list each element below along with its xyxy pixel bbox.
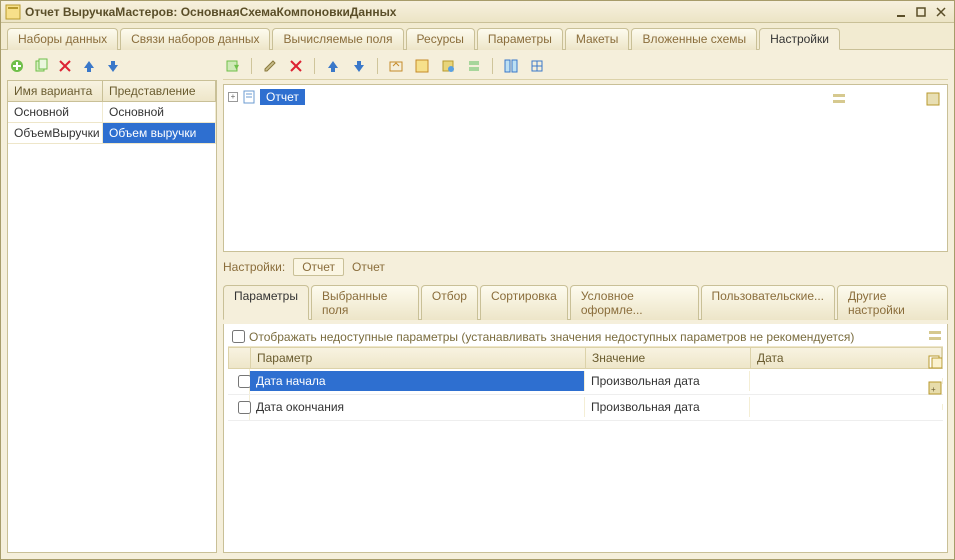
param-date-cell bbox=[750, 378, 943, 384]
settings-caption-row: Настройки: Отчет Отчет bbox=[223, 256, 948, 278]
variants-panel: Имя варианта Представление ОсновнойОснов… bbox=[7, 56, 217, 553]
variant-row[interactable]: ОбъемВыручкиОбъем выручки bbox=[8, 123, 216, 144]
param-row[interactable]: Дата окончанияПроизвольная дата bbox=[228, 395, 943, 421]
variants-toolbar bbox=[7, 56, 217, 80]
variant-name-cell: ОбъемВыручки bbox=[8, 123, 103, 143]
col-date: Дата bbox=[751, 348, 942, 368]
subtab-Сортировка[interactable]: Сортировка bbox=[480, 285, 568, 320]
show-unavailable-checkbox[interactable] bbox=[232, 330, 245, 343]
tab-Параметры[interactable]: Параметры bbox=[477, 28, 563, 50]
param-side-icon-3[interactable]: + bbox=[925, 378, 945, 398]
maximize-button[interactable] bbox=[912, 4, 930, 20]
subtab-Пользовательские...[interactable]: Пользовательские... bbox=[701, 285, 836, 320]
svg-text:+: + bbox=[931, 385, 936, 394]
sub-tabstrip: ПараметрыВыбранные поляОтборСортировкаУс… bbox=[223, 282, 948, 320]
tab-Макеты[interactable]: Макеты bbox=[565, 28, 630, 50]
structure-tree[interactable]: + Отчет bbox=[223, 84, 948, 252]
settings-caption: Настройки: bbox=[223, 260, 285, 274]
settings-panel: ▾ + Отчет bbox=[223, 56, 948, 553]
move-down2-icon[interactable] bbox=[349, 56, 369, 76]
remove-icon[interactable] bbox=[286, 56, 306, 76]
col-param: Параметр bbox=[251, 348, 586, 368]
param-row[interactable]: Дата началаПроизвольная дата bbox=[228, 369, 943, 395]
variants-grid-header: Имя варианта Представление bbox=[8, 81, 216, 102]
edit-icon[interactable] bbox=[260, 56, 280, 76]
subtab-Другие настройки[interactable]: Другие настройки bbox=[837, 285, 948, 320]
svg-text:▾: ▾ bbox=[234, 62, 239, 73]
minimize-button[interactable] bbox=[892, 4, 910, 20]
subtab-Параметры[interactable]: Параметры bbox=[223, 285, 309, 320]
copy-icon[interactable] bbox=[31, 56, 51, 76]
move-up2-icon[interactable] bbox=[323, 56, 343, 76]
col-value: Значение bbox=[586, 348, 751, 368]
delete-icon[interactable] bbox=[55, 56, 75, 76]
variant-repr-cell: Основной bbox=[103, 102, 216, 122]
param-value-cell: Произвольная дата bbox=[585, 397, 750, 417]
param-date-cell bbox=[750, 404, 943, 410]
app-window: Отчет ВыручкаМастеров: ОсновнаяСхемаКомп… bbox=[0, 0, 955, 560]
tab-Связи наборов данных[interactable]: Связи наборов данных bbox=[120, 28, 270, 50]
tab-Наборы данных[interactable]: Наборы данных bbox=[7, 28, 118, 50]
variant-repr-cell: Объем выручки bbox=[103, 123, 216, 143]
action6-icon[interactable] bbox=[527, 56, 547, 76]
param-side-icon-1[interactable] bbox=[925, 326, 945, 346]
param-side-icon-2[interactable] bbox=[925, 352, 945, 372]
settings-toolbar: ▾ bbox=[223, 56, 948, 80]
tab-Настройки[interactable]: Настройки bbox=[759, 28, 840, 50]
tab-Вычисляемые поля[interactable]: Вычисляемые поля bbox=[272, 28, 403, 50]
variant-name-cell: Основной bbox=[8, 102, 103, 122]
col-variant-name: Имя варианта bbox=[8, 81, 103, 101]
move-up-icon[interactable] bbox=[79, 56, 99, 76]
subtab-Выбранные поля[interactable]: Выбранные поля bbox=[311, 285, 419, 320]
tab-Ресурсы[interactable]: Ресурсы bbox=[406, 28, 475, 50]
tree-root-label[interactable]: Отчет bbox=[260, 89, 305, 105]
action3-icon[interactable] bbox=[438, 56, 458, 76]
add-icon[interactable] bbox=[7, 56, 27, 76]
close-button[interactable] bbox=[932, 4, 950, 20]
settings-text: Отчет bbox=[352, 260, 385, 274]
variant-row[interactable]: ОсновнойОсновной bbox=[8, 102, 216, 123]
add-element-icon[interactable]: ▾ bbox=[223, 56, 243, 76]
action4-icon[interactable] bbox=[464, 56, 484, 76]
action5-icon[interactable] bbox=[501, 56, 521, 76]
param-name-cell: Дата окончания bbox=[250, 397, 585, 417]
tree-side-icon-2[interactable] bbox=[923, 89, 943, 109]
variants-grid[interactable]: Имя варианта Представление ОсновнойОснов… bbox=[7, 80, 217, 553]
tab-Вложенные схемы[interactable]: Вложенные схемы bbox=[631, 28, 757, 50]
app-icon bbox=[5, 4, 21, 20]
param-name-cell: Дата начала bbox=[250, 371, 585, 391]
subtab-Отбор[interactable]: Отбор bbox=[421, 285, 478, 320]
titlebar: Отчет ВыручкаМастеров: ОсновнаяСхемаКомп… bbox=[1, 1, 954, 23]
hint-text: Отображать недоступные параметры (устана… bbox=[249, 330, 854, 344]
action2-icon[interactable] bbox=[412, 56, 432, 76]
subtab-Условное оформле...[interactable]: Условное оформле... bbox=[570, 285, 699, 320]
report-icon bbox=[242, 90, 256, 104]
move-down-icon[interactable] bbox=[103, 56, 123, 76]
settings-pill[interactable]: Отчет bbox=[293, 258, 344, 276]
tree-side-icon-1[interactable] bbox=[829, 89, 849, 109]
col-variant-repr: Представление bbox=[103, 81, 216, 101]
param-value-cell: Произвольная дата bbox=[585, 371, 750, 391]
expand-icon[interactable]: + bbox=[228, 92, 238, 102]
window-title: Отчет ВыручкаМастеров: ОсновнаяСхемаКомп… bbox=[25, 5, 890, 19]
parameters-area: Отображать недоступные параметры (устана… bbox=[223, 324, 948, 554]
main-tabstrip: Наборы данныхСвязи наборов данныхВычисля… bbox=[1, 23, 954, 50]
param-table-header: Параметр Значение Дата bbox=[228, 347, 943, 369]
action1-icon[interactable] bbox=[386, 56, 406, 76]
